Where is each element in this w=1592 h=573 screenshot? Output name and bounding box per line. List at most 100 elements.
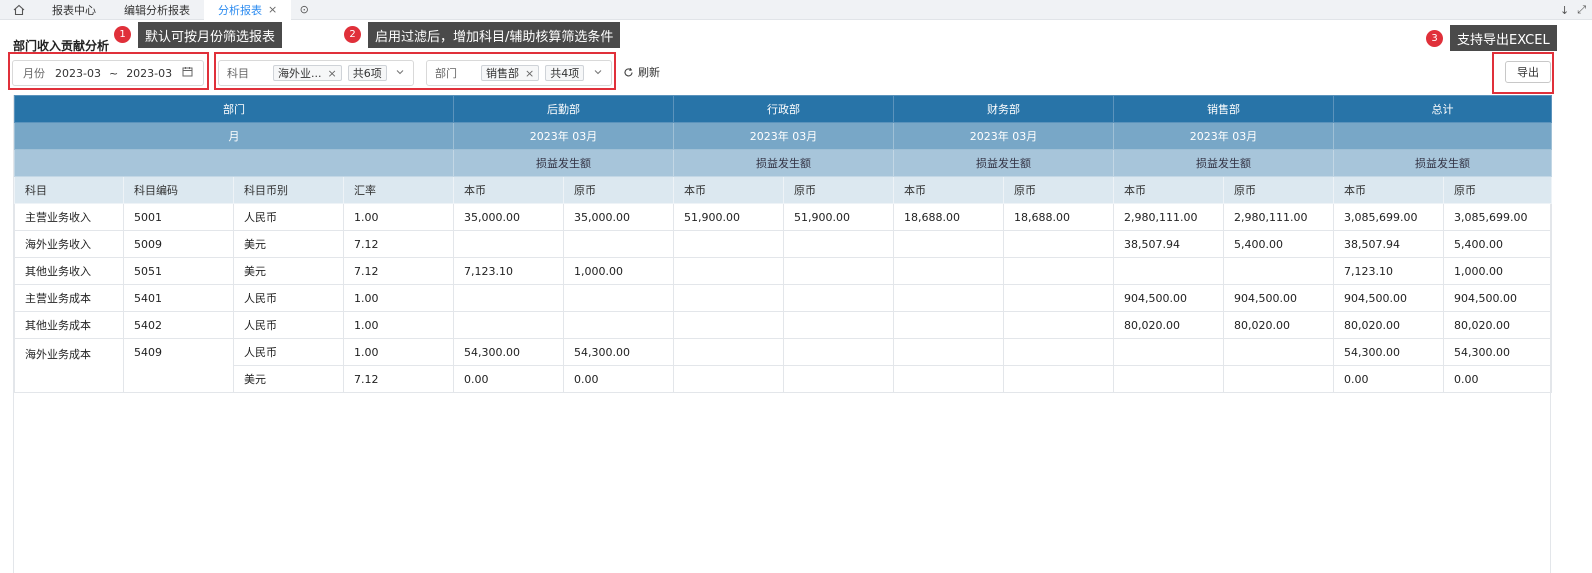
tabbar-tools: ↓ ⤢: [1560, 0, 1586, 20]
table-cell: 904,500.00: [1113, 284, 1224, 312]
header-measure: 损益发生额: [1113, 149, 1334, 177]
table-cell: 主营业务成本: [14, 284, 124, 312]
table-cell: 3,085,699.00: [1443, 203, 1552, 231]
table-cell: 人民币: [233, 284, 344, 312]
more-tabs-icon[interactable]: ⊙: [291, 0, 317, 20]
annotation-badge-3: 3: [1426, 30, 1443, 47]
table-cell: [783, 338, 894, 366]
table-cell: 其他业务成本: [14, 311, 124, 339]
annotation-badge-2: 2: [344, 26, 361, 43]
table-cell: [1003, 365, 1114, 393]
header-row-columns: 科目 科目编码 科目币别 汇率 本币 原币 本币 原币 本币 原币 本币 原币 本币 原币: [14, 176, 1552, 204]
column-header: 科目编码: [123, 176, 234, 204]
table-cell: 0.00: [1443, 365, 1552, 393]
table-cell: 54,300.00: [563, 338, 674, 366]
tab-report-center[interactable]: 报表中心: [38, 0, 110, 20]
table-cell: 0.00: [453, 365, 564, 393]
table-cell: [783, 311, 894, 339]
report-table: 部门 后勤部 行政部 财务部 销售部 总计 月 2023年 03月 2023年 …: [14, 95, 1552, 393]
table-row: 其他业务收入 5051 美元 7.12 7,123.10 1,000.00 7,123.10…: [14, 257, 1552, 285]
table-row: 其他业务成本 5402 人民币 1.00 80,020.00 80,020.00 80,02…: [14, 311, 1552, 339]
header-row-dept: 部门 后勤部 行政部 财务部 销售部 总计: [14, 95, 1552, 123]
tab-edit-analysis-report[interactable]: 编辑分析报表: [110, 0, 204, 20]
header-dept-group: 总计: [1333, 95, 1552, 123]
table-cell: 54,300.00: [1333, 338, 1444, 366]
table-cell: [1223, 365, 1334, 393]
header-measure: 损益发生额: [673, 149, 894, 177]
tab-label: 分析报表: [218, 3, 262, 17]
header-measure: 损益发生额: [1333, 149, 1552, 177]
download-icon[interactable]: ↓: [1560, 4, 1569, 17]
table-cell: [453, 311, 564, 339]
table-cell: 0.00: [1333, 365, 1444, 393]
table-cell: [1003, 230, 1114, 258]
close-icon[interactable]: ×: [268, 3, 277, 16]
table-cell: 35,000.00: [453, 203, 564, 231]
home-tab[interactable]: [0, 0, 38, 20]
table-cell: [673, 230, 784, 258]
header-row-measure: 损益发生额 损益发生额 损益发生额 损益发生额 损益发生额: [14, 149, 1552, 177]
table-cell: 7.12: [343, 230, 454, 258]
column-header: 原币: [1003, 176, 1114, 204]
table-cell: [1113, 257, 1224, 285]
table-cell: 51,900.00: [673, 203, 784, 231]
table-cell: 主营业务收入: [14, 203, 124, 231]
fullscreen-icon[interactable]: ⤢: [1577, 3, 1586, 17]
table-cell: 2,980,111.00: [1113, 203, 1224, 231]
tab-bar: 报表中心 编辑分析报表 分析报表 × ⊙ ↓ ⤢: [0, 0, 1592, 20]
table-cell: [673, 284, 784, 312]
table-cell: [673, 365, 784, 393]
table-cell: [1003, 338, 1114, 366]
table-cell: 80,020.00: [1333, 311, 1444, 339]
table-cell: 5409: [123, 338, 234, 393]
table-cell: [1113, 365, 1224, 393]
column-header: 本币: [893, 176, 1004, 204]
header-measure: 损益发生额: [893, 149, 1114, 177]
table-row: 海外业务收入 5009 美元 7.12 38,507.94 5,400.00 38,507.…: [14, 230, 1552, 258]
annotation-callout-2: 启用过滤后，增加科目/辅助核算筛选条件: [368, 22, 621, 48]
annotation-box-2: [214, 52, 616, 90]
annotation-badge-1: 1: [114, 26, 131, 43]
refresh-button[interactable]: 刷新: [623, 64, 660, 80]
header-measure-blank: [14, 149, 454, 177]
table-cell: [783, 284, 894, 312]
refresh-label: 刷新: [638, 66, 660, 79]
table-cell: 人民币: [233, 311, 344, 339]
table-cell: [1223, 257, 1334, 285]
table-cell: [673, 257, 784, 285]
header-dept-group: 销售部: [1113, 95, 1334, 123]
table-cell: 美元: [233, 365, 344, 393]
table-cell: 人民币: [233, 338, 344, 366]
table-cell: 海外业务收入: [14, 230, 124, 258]
table-cell: [893, 230, 1004, 258]
table-cell: 3,085,699.00: [1333, 203, 1444, 231]
table-cell: 1.00: [343, 338, 454, 366]
column-header: 本币: [453, 176, 564, 204]
table-cell: [563, 311, 674, 339]
table-cell: [893, 338, 1004, 366]
table-cell: 51,900.00: [783, 203, 894, 231]
header-month: 2023年 03月: [893, 122, 1114, 150]
annotation-callout-1: 默认可按月份筛选报表: [138, 22, 283, 48]
table-cell: 904,500.00: [1443, 284, 1552, 312]
table-cell: [1113, 338, 1224, 366]
table-cell: 7,123.10: [1333, 257, 1444, 285]
table-cell: 7.12: [343, 257, 454, 285]
table-cell: 美元: [233, 257, 344, 285]
tab-analysis-report[interactable]: 分析报表 ×: [204, 0, 292, 20]
table-cell: [1003, 284, 1114, 312]
annotation-box-1: [8, 52, 209, 90]
table-cell: 0.00: [563, 365, 674, 393]
table-cell: [673, 311, 784, 339]
column-header: 原币: [563, 176, 674, 204]
table-cell: 2,980,111.00: [1223, 203, 1334, 231]
header-dept-label: 部门: [14, 95, 454, 123]
table-cell: [563, 230, 674, 258]
header-month: 2023年 03月: [1113, 122, 1334, 150]
table-cell: [673, 338, 784, 366]
header-month: [1333, 122, 1552, 150]
header-dept-group: 行政部: [673, 95, 894, 123]
annotation-callout-3: 支持导出EXCEL: [1450, 25, 1557, 51]
column-header: 本币: [673, 176, 784, 204]
table-cell: 80,020.00: [1223, 311, 1334, 339]
